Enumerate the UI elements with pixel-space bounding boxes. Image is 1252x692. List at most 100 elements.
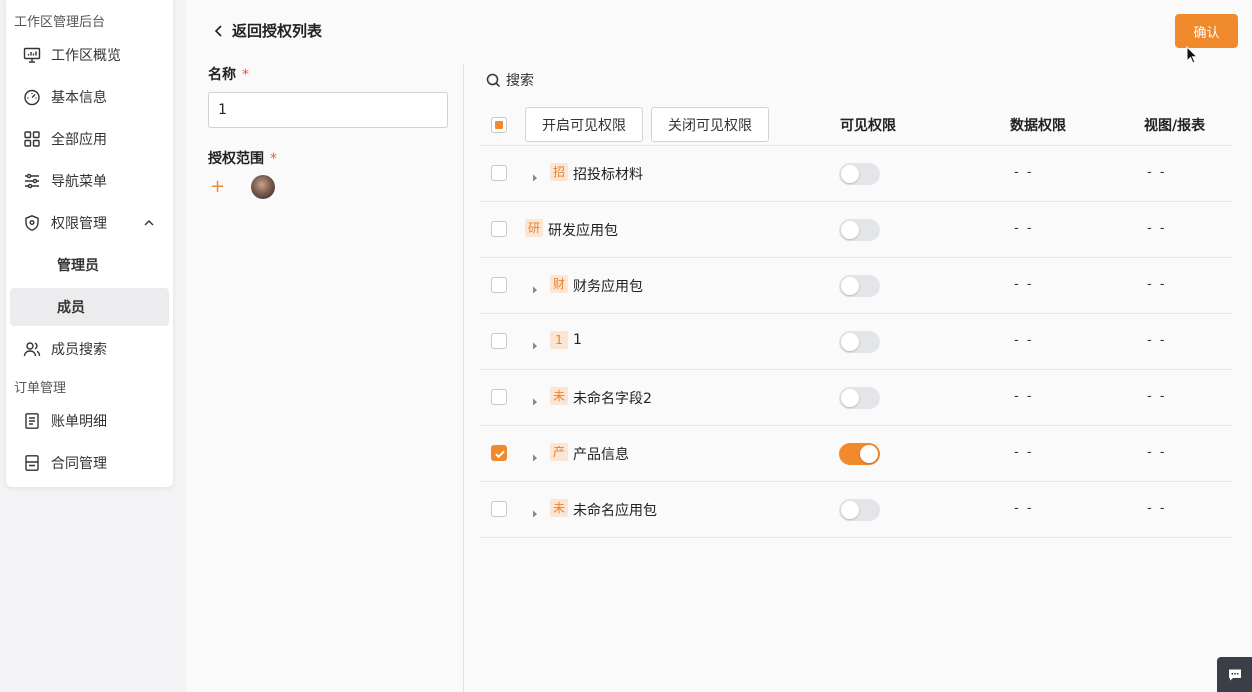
visible-permission-toggle[interactable] bbox=[839, 387, 880, 409]
row-checkbox[interactable] bbox=[491, 165, 507, 181]
sidebar-item-members[interactable]: 成员 bbox=[10, 288, 169, 326]
row-checkbox[interactable] bbox=[491, 333, 507, 349]
toggle-knob bbox=[841, 333, 859, 351]
data-permission-value: - - bbox=[1014, 501, 1034, 516]
back-to-list-link[interactable]: 返回授权列表 bbox=[212, 20, 322, 41]
data-permission-value: - - bbox=[1014, 221, 1034, 236]
sidebar-item-admins[interactable]: 管理员 bbox=[10, 246, 169, 284]
sidebar-item-label: 基本信息 bbox=[51, 90, 107, 106]
expand-caret-icon[interactable] bbox=[531, 392, 539, 406]
sidebar-item-label: 全部应用 bbox=[51, 132, 107, 148]
visible-permission-toggle[interactable] bbox=[839, 331, 880, 353]
sidebar-section-workspace: 工作区管理后台 bbox=[14, 15, 106, 30]
dashboard-gauge-icon bbox=[23, 88, 41, 106]
sidebar-item-nav-menu[interactable]: 导航菜单 bbox=[10, 162, 169, 200]
table-body: 招招投标材料 - - - - 研研发应用包 - - - - 财财务应用包 - - - - 11 - … bbox=[480, 146, 1232, 538]
sidebar-item-label: 成员 bbox=[57, 300, 85, 316]
expand-caret-icon[interactable] bbox=[531, 280, 539, 294]
view-report-value: - - bbox=[1147, 389, 1167, 404]
permission-table: 开启可见权限 关闭可见权限 可见权限 数据权限 视图/报表 招招投标材料 - - -… bbox=[480, 98, 1232, 538]
chat-button[interactable] bbox=[1217, 657, 1252, 692]
toggle-knob bbox=[860, 445, 878, 463]
sidebar-item-all-apps[interactable]: 全部应用 bbox=[10, 120, 169, 158]
app-name: 产品信息 bbox=[573, 447, 629, 463]
select-all-checkbox[interactable] bbox=[491, 117, 507, 133]
sidebar-item-contracts[interactable]: 合同管理 bbox=[10, 444, 169, 482]
expand-caret-icon[interactable] bbox=[531, 336, 539, 350]
name-label-text: 名称 bbox=[208, 67, 236, 83]
name-label: 名称 * bbox=[208, 64, 249, 84]
sidebar-item-basic-info[interactable]: 基本信息 bbox=[10, 78, 169, 116]
app-name: 财务应用包 bbox=[573, 279, 643, 295]
col-header-view: 视图/报表 bbox=[1144, 118, 1206, 134]
view-report-value: - - bbox=[1147, 333, 1167, 348]
search-label: 搜索 bbox=[506, 73, 534, 89]
sidebar-item-workspace-overview[interactable]: 工作区概览 bbox=[10, 36, 169, 74]
view-report-value: - - bbox=[1147, 501, 1167, 516]
search-button[interactable]: 搜索 bbox=[486, 70, 534, 90]
search-icon bbox=[486, 73, 501, 87]
app-badge-icon: 未 bbox=[550, 499, 568, 517]
chat-icon bbox=[1228, 669, 1241, 680]
sliders-icon bbox=[23, 172, 41, 190]
scope-label: 授权范围 * bbox=[208, 148, 277, 168]
enable-visible-button[interactable]: 开启可见权限 bbox=[525, 107, 643, 142]
row-checkbox[interactable] bbox=[491, 221, 507, 237]
disable-visible-button[interactable]: 关闭可见权限 bbox=[651, 107, 769, 142]
row-checkbox[interactable] bbox=[491, 445, 507, 461]
visible-permission-toggle[interactable] bbox=[839, 163, 880, 185]
row-checkbox[interactable] bbox=[491, 389, 507, 405]
view-report-value: - - bbox=[1147, 221, 1167, 236]
app-badge-icon: 1 bbox=[550, 331, 568, 349]
visible-permission-toggle[interactable] bbox=[839, 275, 880, 297]
app-badge-icon: 招 bbox=[550, 163, 568, 181]
visible-permission-toggle[interactable] bbox=[839, 219, 880, 241]
app-name: 未命名应用包 bbox=[573, 503, 657, 519]
sidebar-item-bill-details[interactable]: 账单明细 bbox=[10, 402, 169, 440]
row-checkbox[interactable] bbox=[491, 277, 507, 293]
row-checkbox[interactable] bbox=[491, 501, 507, 517]
view-report-value: - - bbox=[1147, 277, 1167, 292]
vertical-divider bbox=[463, 64, 464, 692]
table-row: 未未命名应用包 - - - - bbox=[480, 482, 1232, 538]
app-name: 研发应用包 bbox=[548, 223, 618, 239]
sidebar-item-label: 账单明细 bbox=[51, 414, 107, 430]
table-row: 财财务应用包 - - - - bbox=[480, 258, 1232, 314]
main-panel: 返回授权列表 确认 名称 * 授权范围 * + 搜索 开启可见权限 关闭可见权限 可… bbox=[186, 0, 1252, 692]
scope-label-text: 授权范围 bbox=[208, 151, 264, 167]
grid-apps-icon bbox=[23, 130, 41, 148]
toggle-knob bbox=[841, 389, 859, 407]
app-name: 未命名字段2 bbox=[573, 391, 652, 407]
expand-caret-icon[interactable] bbox=[531, 448, 539, 462]
sidebar-item-label: 成员搜索 bbox=[51, 342, 107, 358]
required-mark: * bbox=[270, 151, 277, 167]
confirm-button[interactable]: 确认 bbox=[1175, 14, 1238, 48]
shield-icon bbox=[23, 214, 41, 232]
data-permission-value: - - bbox=[1014, 389, 1034, 404]
sidebar-item-permissions[interactable]: 权限管理 bbox=[10, 204, 169, 242]
visible-permission-toggle[interactable] bbox=[839, 443, 880, 465]
add-scope-button[interactable]: + bbox=[210, 177, 230, 197]
sidebar-section-orders: 订单管理 bbox=[14, 381, 67, 396]
table-row: 11 - - - - bbox=[480, 314, 1232, 370]
col-header-data: 数据权限 bbox=[1010, 118, 1066, 134]
receipt-icon bbox=[23, 412, 41, 430]
sidebar-item-label: 权限管理 bbox=[51, 216, 107, 232]
name-input[interactable] bbox=[208, 92, 448, 128]
visible-permission-toggle[interactable] bbox=[839, 499, 880, 521]
sidebar: 工作区管理后台 工作区概览 基本信息 全部应用 导航菜单 权限管理 管理员 成员… bbox=[6, 0, 173, 487]
monitor-chart-icon bbox=[23, 46, 41, 64]
sidebar-item-label: 导航菜单 bbox=[51, 174, 107, 190]
sidebar-item-member-search[interactable]: 成员搜索 bbox=[10, 330, 169, 368]
view-report-value: - - bbox=[1147, 445, 1167, 460]
expand-caret-icon[interactable] bbox=[531, 168, 539, 182]
table-header: 开启可见权限 关闭可见权限 可见权限 数据权限 视图/报表 bbox=[480, 98, 1232, 146]
col-header-visible: 可见权限 bbox=[840, 118, 896, 134]
avatar[interactable] bbox=[251, 175, 275, 199]
sidebar-item-label: 工作区概览 bbox=[51, 48, 121, 64]
expand-caret-icon[interactable] bbox=[531, 504, 539, 518]
table-row: 未未命名字段2 - - - - bbox=[480, 370, 1232, 426]
data-permission-value: - - bbox=[1014, 277, 1034, 292]
sidebar-item-label: 管理员 bbox=[57, 258, 99, 274]
app-badge-icon: 未 bbox=[550, 387, 568, 405]
